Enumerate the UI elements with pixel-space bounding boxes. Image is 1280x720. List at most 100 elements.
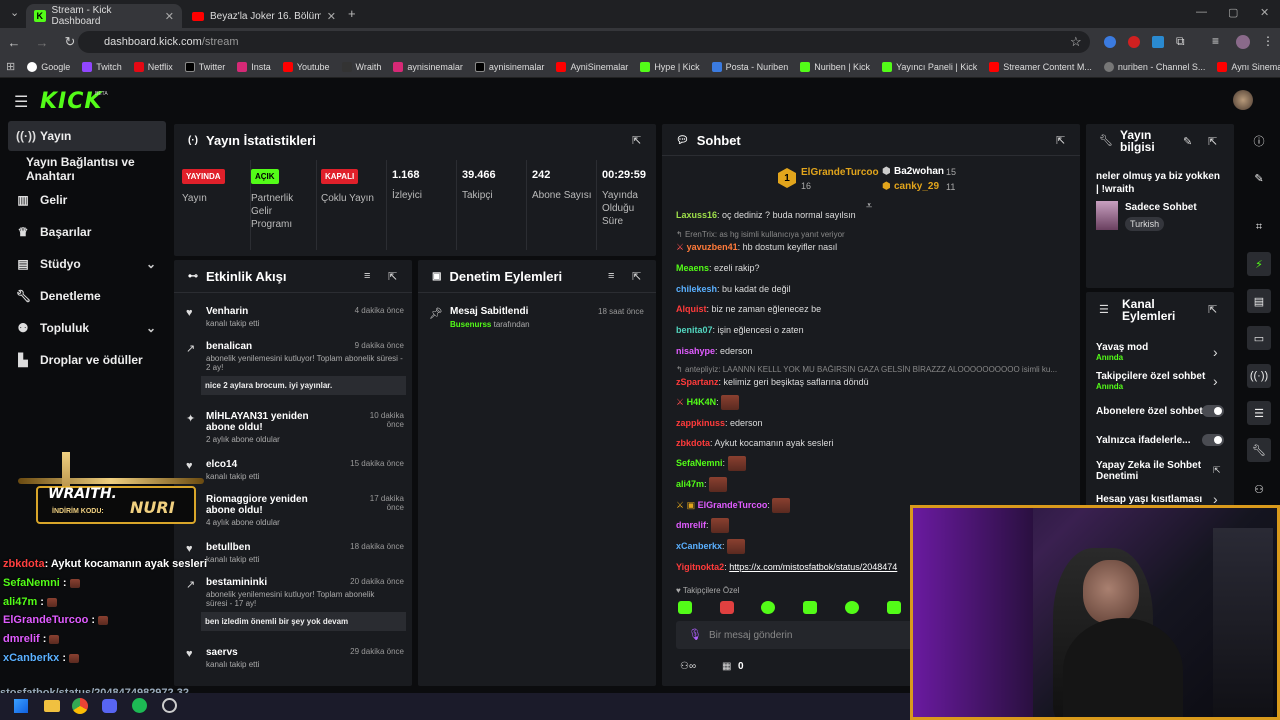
rgb-light: [913, 508, 1033, 717]
bookmark-star-icon[interactable]: ☆: [1070, 34, 1082, 50]
chevron-right-icon[interactable]: ›: [1213, 373, 1218, 389]
bookmark-item[interactable]: nuriben - Channel S...: [1098, 61, 1212, 72]
lightning-icon[interactable]: ⚡︎: [1247, 252, 1271, 276]
external-link-icon[interactable]: ⇱: [1213, 465, 1221, 476]
action-slow-mode[interactable]: Yavaş mod Anında: [1096, 342, 1148, 362]
sidebar-item-denetleme[interactable]: 🔧︎ Denetleme: [8, 281, 166, 311]
sidebar-item-topluluk[interactable]: ⚉ Topluluk ⌄: [8, 313, 166, 343]
edit-pencil-icon[interactable]: ✎: [1183, 135, 1192, 148]
tab-kick-dashboard[interactable]: K Stream - Kick Dashboard ✕: [26, 4, 182, 28]
expand-icon[interactable]: ⇱: [1208, 135, 1217, 148]
url-input[interactable]: dashboard.kick.com/stream: [78, 31, 1090, 53]
edit-pencil-icon[interactable]: ✎: [1247, 166, 1271, 190]
extensions-puzzle-icon[interactable]: ⧉: [1176, 34, 1185, 49]
emote-icon[interactable]: [678, 601, 692, 614]
hamburger-menu-icon[interactable]: ☰: [14, 92, 28, 112]
profile-avatar-icon[interactable]: [1236, 35, 1250, 49]
tab-youtube[interactable]: Beyaz'la Joker 16. Bölüm - YouT ✕: [184, 4, 344, 28]
bookmark-item[interactable]: AyniSinemalar: [550, 61, 634, 72]
file-explorer-icon[interactable]: [44, 700, 60, 712]
chat-bubble-icon[interactable]: ▭: [1247, 326, 1271, 350]
minimize-icon[interactable]: —: [1196, 6, 1207, 18]
chevron-right-icon[interactable]: ›: [1213, 344, 1218, 360]
bookmark-item[interactable]: Aynı Sinemalar - Ça...: [1211, 61, 1280, 72]
bookmark-item[interactable]: aynisinemalar: [387, 61, 469, 72]
extension-icon[interactable]: [1128, 36, 1140, 48]
wrench-icon[interactable]: 🔧︎: [1247, 438, 1271, 462]
close-tab-icon[interactable]: ✕: [165, 10, 174, 23]
document-icon[interactable]: ▤: [1247, 289, 1271, 313]
crop-icon[interactable]: ⌗: [1247, 215, 1271, 239]
tab-search-icon[interactable]: ⌄: [10, 6, 19, 19]
sidebar-item-yayin[interactable]: ((·)) Yayın: [8, 121, 166, 151]
emote-icon[interactable]: [761, 601, 775, 614]
info-icon[interactable]: ⓘ: [1247, 129, 1271, 153]
expand-icon[interactable]: ⇱: [1056, 134, 1065, 147]
expand-icon[interactable]: ⇱: [632, 134, 641, 147]
filter-icon[interactable]: ≡: [364, 270, 370, 282]
bookmark-item[interactable]: Twitch: [76, 61, 128, 72]
gifter-name[interactable]: canky_29: [894, 181, 939, 192]
bookmark-item[interactable]: Streamer Content M...: [983, 61, 1098, 72]
emote-icon[interactable]: [887, 601, 901, 614]
back-icon[interactable]: ←: [0, 35, 28, 50]
chrome-icon[interactable]: [72, 698, 88, 714]
forward-icon[interactable]: →: [28, 35, 56, 50]
expand-icon[interactable]: ⇱: [388, 270, 397, 283]
sidebar-item-gelir[interactable]: ▥ Gelir: [8, 185, 166, 215]
users-icon[interactable]: ⚇: [1247, 477, 1271, 501]
kick-logo[interactable]: KICK: [40, 89, 102, 114]
collapse-icon[interactable]: ⩡: [866, 200, 872, 213]
mic-icon[interactable]: 🎙︎: [688, 628, 702, 641]
expand-icon[interactable]: ⇱: [1208, 303, 1217, 316]
users-infinity-icon[interactable]: ⚇∞: [680, 661, 696, 672]
bookmark-item[interactable]: Hype | Kick: [634, 61, 705, 72]
bookmark-item[interactable]: Posta - Nuriben: [706, 61, 795, 72]
browser-menu-icon[interactable]: ⋮: [1262, 34, 1274, 48]
gift-box-icon[interactable]: ▦: [722, 661, 731, 672]
category-name[interactable]: Sadece Sohbet: [1125, 202, 1197, 213]
bookmark-item[interactable]: aynisinemalar: [469, 61, 551, 72]
discord-icon[interactable]: [102, 699, 117, 713]
obs-icon[interactable]: [162, 698, 177, 713]
filter-icon[interactable]: ≡: [608, 270, 614, 282]
bookmark-item[interactable]: Insta: [231, 61, 277, 72]
bookmark-item[interactable]: Google: [21, 61, 76, 72]
broadcast-icon[interactable]: ((·)): [1247, 364, 1271, 388]
bookmark-item[interactable]: Netflix: [128, 61, 179, 72]
subs-only-toggle[interactable]: [1202, 405, 1224, 417]
bookmark-item[interactable]: Yayıncı Paneli | Kick: [876, 61, 983, 72]
expand-icon[interactable]: ⇱: [632, 270, 641, 283]
emotes-only-toggle[interactable]: [1202, 434, 1224, 446]
windows-start-icon[interactable]: [14, 699, 28, 713]
bookmark-item[interactable]: Twitter: [179, 61, 232, 72]
user-avatar[interactable]: [1233, 90, 1253, 110]
extension-icon[interactable]: [1152, 36, 1164, 48]
emote-icon[interactable]: [803, 601, 817, 614]
close-window-icon[interactable]: ✕: [1260, 6, 1269, 19]
maximize-icon[interactable]: ▢: [1228, 6, 1238, 19]
extension-icon[interactable]: [1104, 36, 1116, 48]
apps-grid-icon[interactable]: ⊞: [0, 60, 21, 73]
gifter-name[interactable]: Ba2wohan: [894, 166, 944, 177]
top-gifter-name[interactable]: ElGrandeTurcoo: [801, 167, 879, 178]
bookmark-item[interactable]: Youtube: [277, 61, 336, 72]
action-ai-moderation[interactable]: Yapay Zeka ile Sohbet Denetimi: [1096, 460, 1206, 482]
sidebar-item-studyo[interactable]: ▤ Stüdyo ⌄: [8, 249, 166, 279]
sidebar-item-droplar[interactable]: ▙ Droplar ve ödüller: [8, 345, 166, 375]
list-icon[interactable]: ☰: [1247, 401, 1271, 425]
emote-icon[interactable]: [720, 601, 734, 614]
bookmark-item[interactable]: Wraith: [336, 61, 388, 72]
emote-icon[interactable]: [845, 601, 859, 614]
bookmark-item[interactable]: Nuriben | Kick: [794, 61, 876, 72]
new-tab-icon[interactable]: +: [348, 6, 356, 21]
media-icon[interactable]: ≡: [1212, 34, 1219, 48]
action-followers-only[interactable]: Takipçilere özel sohbet Anında: [1096, 371, 1205, 391]
chat-link[interactable]: https://x.com/mistosfatbok/status/204847…: [729, 562, 897, 572]
sidebar-item-basarilar[interactable]: ♛ Başarılar: [8, 217, 166, 247]
emote-icon: [727, 456, 746, 471]
action-account-age[interactable]: Hesap yaşı kısıtlaması: [1096, 494, 1202, 505]
sidebar-item-stream-key[interactable]: Yayın Bağlantısı ve Anahtarı: [8, 154, 166, 184]
close-tab-icon[interactable]: ✕: [327, 10, 336, 23]
spotify-icon[interactable]: [132, 698, 147, 713]
